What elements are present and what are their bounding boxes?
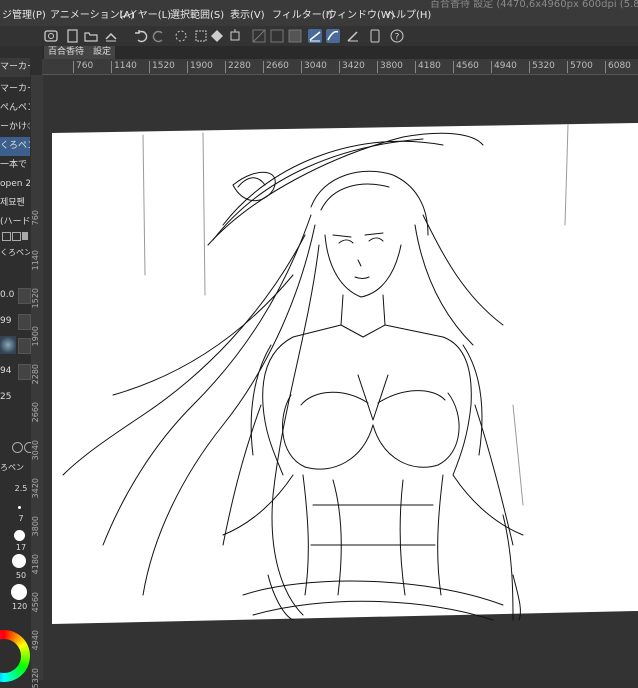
color-wheel[interactable]	[0, 630, 30, 682]
grid-icon[interactable]	[252, 29, 266, 43]
h-tick: 5700	[567, 61, 593, 73]
menu-filter[interactable]: フィルター(I)	[272, 6, 333, 21]
v-tick: 760	[31, 210, 40, 226]
brush-dot[interactable]	[14, 530, 25, 541]
drawing-canvas[interactable]	[43, 75, 638, 680]
h-tick: 1520	[149, 61, 175, 73]
v-tick: 2280	[31, 364, 40, 385]
brush-size-value: 0.0	[0, 290, 15, 300]
vertical-ruler: 760 1140 1520 1900 2280 2660 3040 3420 3…	[31, 75, 43, 688]
layer-icon[interactable]	[44, 29, 58, 43]
subtool-item[interactable]: ぺんペン	[0, 99, 30, 118]
device-icon[interactable]	[368, 29, 382, 43]
v-tick: 2660	[31, 402, 40, 423]
subtool-item[interactable]: ーかけ①	[0, 118, 30, 137]
v-tick: 4560	[31, 592, 40, 613]
subtool-item[interactable]: (ハード)	[0, 213, 30, 232]
antialias-value: 94	[0, 366, 12, 376]
new-icon[interactable]	[66, 29, 80, 43]
menu-layer[interactable]: レイヤー(L)	[118, 6, 171, 21]
subtool-item[interactable]: open 2	[0, 175, 30, 194]
subtool-item-selected[interactable]: くろペン	[0, 137, 30, 156]
menu-page-management[interactable]: ジ管理(P)	[2, 6, 46, 21]
h-tick: 3420	[339, 61, 365, 73]
h-tick: 2660	[263, 61, 289, 73]
brush-size-panel-title: ろペン	[0, 463, 24, 472]
menu-window[interactable]: ウィンドウ(W)	[327, 6, 395, 21]
subtool-item[interactable]: 제묘펜	[0, 194, 30, 213]
brush-size-option[interactable]: 50	[14, 571, 28, 580]
svg-text:?: ?	[395, 33, 400, 43]
h-tick: 4560	[453, 61, 479, 73]
h-tick: 3040	[301, 61, 327, 73]
h-tick: 4940	[491, 61, 517, 73]
brush-shape-preview[interactable]	[0, 336, 16, 354]
crop-icon[interactable]	[228, 29, 242, 43]
spinner-icon[interactable]	[174, 29, 188, 43]
menu-selection[interactable]: 選択範囲(S)	[170, 6, 224, 21]
h-tick: 2280	[225, 61, 251, 73]
v-tick: 1520	[31, 288, 40, 309]
v-tick: 5320	[31, 668, 40, 688]
snap-icon[interactable]	[270, 29, 284, 43]
tool-property-title: くろペン	[0, 248, 30, 257]
ruler-snap-icon[interactable]	[308, 29, 322, 43]
redo-icon[interactable]	[152, 29, 166, 43]
subtool-group-header: マーカー	[0, 58, 30, 77]
h-tick: 1140	[111, 61, 137, 73]
menu-help[interactable]: ヘルプ(H)	[386, 6, 431, 21]
brush-dot[interactable]	[18, 506, 21, 509]
menu-bar: 百合香待 設定 (4470,6x4960px 600dpi (5.8%)) ジ管…	[0, 0, 638, 27]
fill-icon[interactable]	[194, 29, 208, 43]
v-tick: 3040	[31, 440, 40, 461]
v-tick: 1140	[31, 250, 40, 271]
command-bar: ?	[0, 26, 638, 47]
frame-icon[interactable]	[288, 29, 302, 43]
brush-dot[interactable]	[11, 584, 27, 600]
brush-shape-toggle[interactable]	[18, 338, 31, 354]
undo-icon[interactable]	[134, 29, 148, 43]
horizontal-ruler: 760 1140 1520 1900 2280 2660 3040 3420 3…	[42, 59, 638, 75]
subtool-item[interactable]: マーカー	[0, 80, 30, 99]
h-tick: 1900	[187, 61, 213, 73]
window-title: 百合香待 設定 (4470,6x4960px 600dpi (5.8%))	[430, 0, 638, 10]
transform-icon[interactable]	[210, 29, 224, 43]
menu-view[interactable]: 表示(V)	[230, 6, 265, 21]
help-icon[interactable]: ?	[390, 29, 404, 43]
canvas-viewport[interactable]	[43, 75, 638, 680]
subtool-item[interactable]: 一本で	[0, 156, 30, 175]
open-icon[interactable]	[84, 29, 98, 43]
h-tick: 5320	[529, 61, 555, 73]
document-tab[interactable]: 百合香待 設定	[44, 46, 116, 59]
opacity-value: 99	[0, 316, 12, 326]
brush-size-option[interactable]: 7	[14, 514, 28, 523]
antialias-toggle[interactable]	[18, 364, 31, 380]
brush-dot[interactable]	[12, 554, 26, 568]
trash-icon[interactable]	[22, 232, 28, 240]
h-tick: 4180	[415, 61, 441, 73]
h-tick: 3800	[377, 61, 403, 73]
brush-size-option[interactable]: 120	[12, 602, 27, 611]
v-tick: 3800	[31, 516, 40, 537]
pen-pressure-icon[interactable]	[346, 29, 360, 43]
brush-size-option[interactable]: 2.5	[14, 484, 28, 493]
h-tick: 6080	[605, 61, 631, 73]
v-tick: 3420	[31, 478, 40, 499]
stabilization-value: 25	[0, 392, 12, 402]
canvas-paper	[52, 123, 638, 624]
v-tick: 4940	[31, 630, 40, 651]
copy-icon[interactable]	[2, 232, 11, 241]
wrench-icon[interactable]	[12, 442, 23, 453]
duplicate-icon[interactable]	[12, 232, 21, 241]
opacity-toggle[interactable]	[18, 314, 31, 330]
document-tabbar: 百合香待 設定	[42, 46, 638, 59]
save-icon[interactable]	[104, 29, 118, 43]
special-ruler-icon[interactable]	[326, 29, 340, 43]
h-tick: 760	[72, 61, 94, 73]
subtool-actions	[0, 232, 30, 242]
v-tick: 1900	[31, 326, 40, 347]
pressure-toggle[interactable]	[18, 288, 31, 304]
v-tick: 4180	[31, 554, 40, 575]
brush-size-option[interactable]: 17	[14, 543, 28, 552]
